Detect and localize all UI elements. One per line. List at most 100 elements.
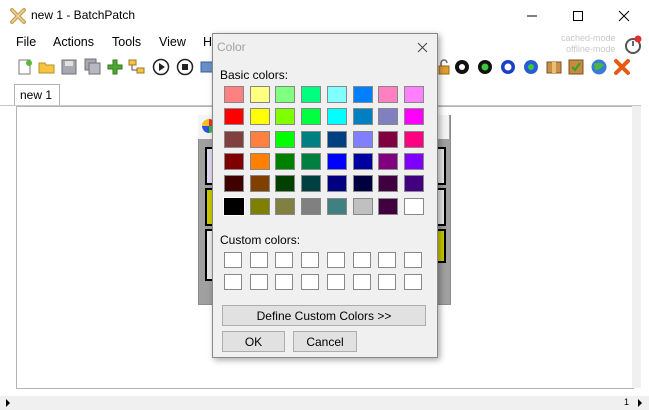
save-icon[interactable]: [60, 58, 78, 76]
color-swatch[interactable]: [403, 175, 424, 193]
color-swatch[interactable]: [249, 130, 270, 148]
color-swatch[interactable]: [378, 197, 399, 215]
color-swatch[interactable]: [326, 108, 347, 126]
color-swatch[interactable]: [326, 175, 347, 193]
close-window-button[interactable]: [601, 0, 647, 31]
color-swatch[interactable]: [224, 86, 244, 103]
window-title: new 1 - BatchPatch: [31, 8, 136, 22]
tab-label: new 1: [20, 88, 53, 102]
cancel-button[interactable]: Cancel: [293, 331, 357, 352]
status-right-arrow-icon[interactable]: [637, 399, 643, 407]
maximize-button[interactable]: [555, 0, 601, 31]
color-swatch[interactable]: [249, 86, 270, 103]
color-swatch[interactable]: [301, 86, 322, 103]
approve-icon[interactable]: [567, 58, 585, 76]
color-dialog-close-button[interactable]: [409, 35, 435, 59]
color-swatch[interactable]: [275, 175, 296, 193]
color-swatch[interactable]: [275, 130, 296, 148]
color-swatch[interactable]: [224, 152, 244, 170]
close-icon: [417, 42, 427, 52]
custom-color-swatch[interactable]: [326, 274, 345, 290]
color-swatch[interactable]: [403, 108, 424, 126]
add-host-icon[interactable]: [106, 58, 124, 76]
color-swatch[interactable]: [352, 197, 373, 215]
gear-settings-icon[interactable]: [522, 58, 540, 76]
color-swatch[interactable]: [224, 108, 244, 126]
status-arrow-icon[interactable]: [5, 399, 11, 407]
minimize-button[interactable]: [509, 0, 555, 31]
color-swatch[interactable]: [326, 86, 347, 103]
play-icon[interactable]: [152, 58, 170, 76]
custom-color-swatch[interactable]: [352, 274, 371, 290]
menu-view[interactable]: View: [159, 35, 186, 49]
status-page-number: 1: [624, 397, 630, 407]
new-document-icon[interactable]: [16, 58, 34, 76]
color-swatch[interactable]: [326, 197, 347, 215]
color-swatch[interactable]: [275, 108, 296, 126]
custom-color-swatch[interactable]: [403, 274, 422, 290]
color-swatch[interactable]: [275, 197, 296, 215]
save-all-icon[interactable]: [84, 58, 102, 76]
gear-green-icon[interactable]: [476, 58, 494, 76]
custom-color-swatch[interactable]: [326, 252, 345, 268]
menu-help[interactable]: H: [203, 35, 212, 49]
color-swatch[interactable]: [403, 197, 424, 215]
color-swatch[interactable]: [378, 175, 399, 193]
gear-black-icon[interactable]: [453, 58, 471, 76]
custom-color-swatch[interactable]: [224, 274, 242, 290]
color-swatch[interactable]: [326, 152, 347, 170]
custom-color-swatch[interactable]: [249, 274, 268, 290]
custom-color-swatch[interactable]: [224, 252, 242, 268]
color-swatch[interactable]: [249, 108, 270, 126]
color-swatch[interactable]: [378, 152, 399, 170]
color-swatch[interactable]: [352, 108, 373, 126]
color-swatch[interactable]: [403, 86, 424, 103]
custom-color-swatch[interactable]: [301, 252, 320, 268]
color-swatch[interactable]: [378, 86, 399, 103]
custom-color-swatch[interactable]: [275, 252, 294, 268]
menu-file[interactable]: File: [16, 35, 36, 49]
color-swatch[interactable]: [224, 130, 244, 148]
custom-color-swatch[interactable]: [352, 252, 371, 268]
custom-color-swatch[interactable]: [378, 252, 397, 268]
custom-color-swatch[interactable]: [249, 252, 268, 268]
custom-color-swatch[interactable]: [378, 274, 397, 290]
color-swatch[interactable]: [352, 152, 373, 170]
color-swatch[interactable]: [352, 86, 373, 103]
color-swatch[interactable]: [301, 175, 322, 193]
color-swatch[interactable]: [301, 130, 322, 148]
menu-actions[interactable]: Actions: [53, 35, 94, 49]
globe-icon[interactable]: [590, 58, 608, 76]
stop-icon[interactable]: [176, 58, 194, 76]
color-swatch[interactable]: [249, 197, 270, 215]
color-swatch[interactable]: [403, 130, 424, 148]
delete-icon[interactable]: [613, 58, 631, 76]
gear-blue-icon[interactable]: [499, 58, 517, 76]
menu-tools[interactable]: Tools: [112, 35, 141, 49]
color-swatch[interactable]: [352, 130, 373, 148]
color-swatch[interactable]: [223, 196, 245, 216]
color-swatch[interactable]: [301, 197, 322, 215]
vertical-scrollbar[interactable]: [632, 106, 641, 388]
custom-color-swatch[interactable]: [275, 274, 294, 290]
color-swatch[interactable]: [275, 152, 296, 170]
color-swatch[interactable]: [352, 175, 373, 193]
package-icon[interactable]: [545, 58, 563, 76]
open-folder-icon[interactable]: [38, 58, 56, 76]
color-swatch[interactable]: [224, 175, 244, 193]
define-custom-colors-button[interactable]: Define Custom Colors >>: [222, 305, 426, 326]
color-swatch[interactable]: [326, 130, 347, 148]
color-swatch[interactable]: [275, 86, 296, 103]
custom-color-swatch[interactable]: [403, 252, 422, 268]
color-swatch[interactable]: [378, 108, 399, 126]
color-swatch[interactable]: [249, 152, 270, 170]
color-swatch[interactable]: [378, 130, 399, 148]
custom-color-swatch[interactable]: [301, 274, 320, 290]
color-swatch[interactable]: [301, 152, 322, 170]
hosts-tree-icon[interactable]: [128, 58, 146, 76]
ok-button[interactable]: OK: [222, 331, 285, 352]
color-swatch[interactable]: [301, 108, 322, 126]
color-swatch[interactable]: [403, 152, 424, 170]
color-swatch[interactable]: [249, 175, 270, 193]
timer-icon[interactable]: [623, 35, 643, 55]
